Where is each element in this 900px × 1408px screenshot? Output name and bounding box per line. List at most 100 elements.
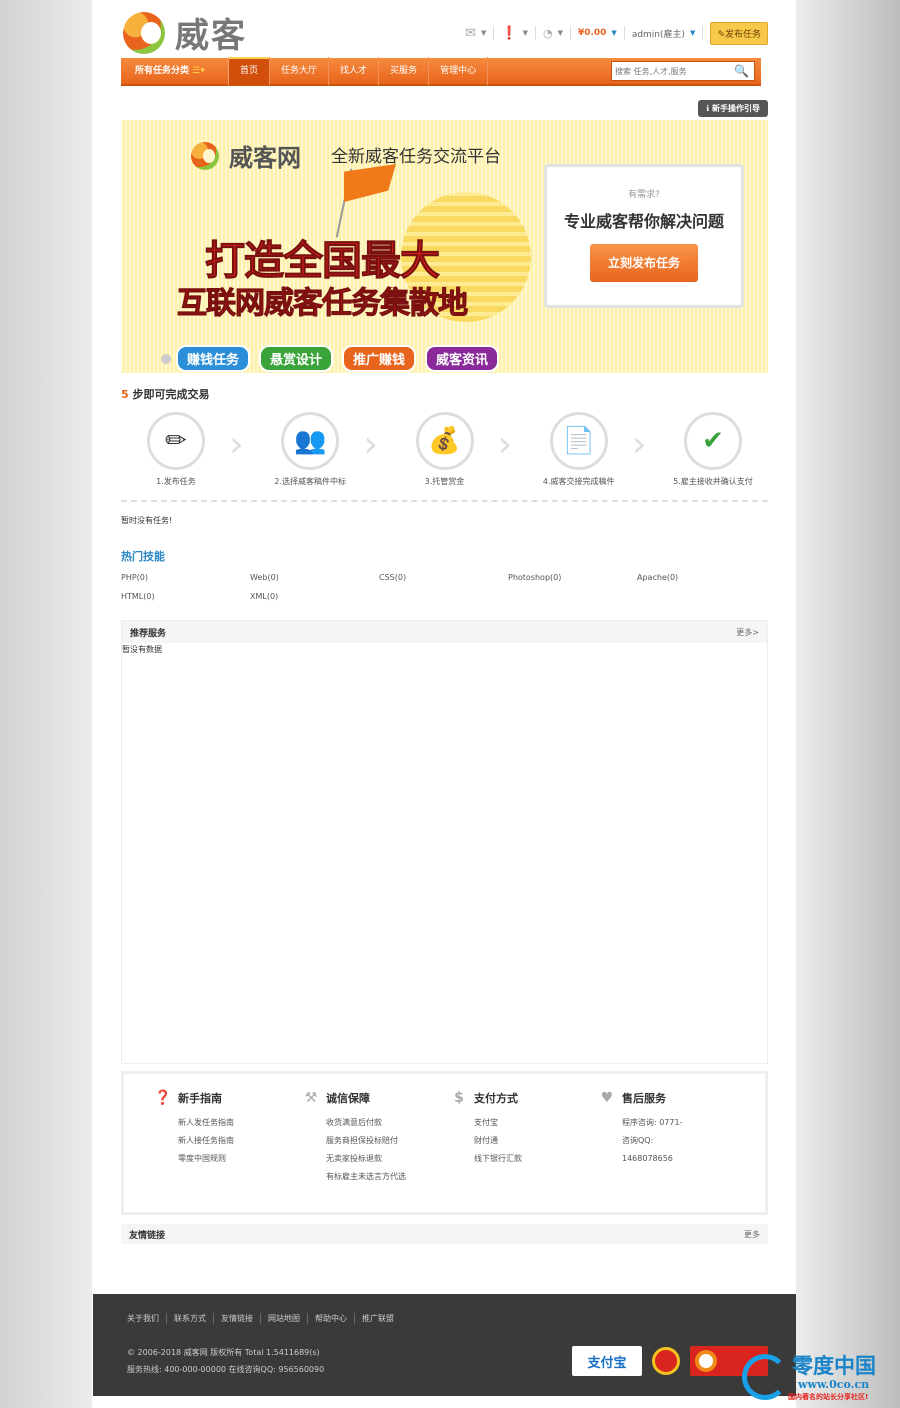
step-item: › ✔ 5.雇主接收并确认支付	[632, 412, 768, 500]
chevron-down-icon: ▼	[690, 29, 696, 37]
skill-link[interactable]: Photoshop(0)	[508, 573, 637, 582]
steps-title: 5 步即可完成交易	[121, 386, 210, 402]
notice-menu[interactable]: ❗ ▼	[494, 25, 536, 41]
watermark-title: 零度中国	[792, 1354, 876, 1378]
recommended-more-link[interactable]: 更多>	[736, 627, 759, 638]
user-menu[interactable]: admin(雇主) ▼	[625, 26, 704, 40]
chevron-right-icon: ›	[229, 424, 244, 465]
search-icon[interactable]: 🔍	[734, 64, 749, 78]
friend-links-more[interactable]: 更多	[744, 1229, 760, 1240]
column-link[interactable]: 零度中国规则	[154, 1150, 302, 1168]
police-badge-icon[interactable]	[652, 1347, 680, 1375]
watermark-url: www.0co.cn	[798, 1378, 870, 1391]
nav-item-home[interactable]: 首页	[229, 57, 271, 85]
after-sales-column: ♥ 售后服务 程序咨询: 0771- 咨询QQ: 1468078656	[598, 1090, 746, 1212]
banner-tab-promote[interactable]: 推广赚钱	[342, 345, 417, 372]
slider-dot[interactable]	[161, 353, 171, 364]
skill-link[interactable]: CSS(0)	[379, 573, 508, 582]
skill-link[interactable]: XML(0)	[250, 592, 379, 601]
column-heading: ⚒ 诚信保障	[302, 1090, 450, 1106]
certification-icon	[695, 1350, 717, 1372]
document-icon: 📄	[549, 412, 608, 470]
column-link[interactable]: 支付宝	[450, 1114, 598, 1132]
footer-link[interactable]: 推广联盟	[355, 1313, 401, 1324]
site-logo[interactable]: 威客	[123, 8, 247, 57]
banner-tab-news[interactable]: 威客资讯	[425, 345, 500, 372]
column-link[interactable]: 有标雇主未选言方代选	[302, 1168, 450, 1186]
post-task-label: 发布任务	[724, 29, 761, 40]
beginner-guide-button[interactable]: ℹ 新手操作引导	[698, 100, 768, 117]
service-info-panel: ❓ 新手指南 新人发任务指南 新人接任务指南 零度中国规则 ⚒ 诚信保障 收货满意后…	[121, 1071, 768, 1215]
post-task-button[interactable]: ✎发布任务	[710, 21, 768, 45]
column-link[interactable]: 新人接任务指南	[154, 1132, 302, 1150]
skill-link[interactable]: Apache(0)	[637, 573, 766, 582]
footer-links: 关于我们 联系方式 友情链接 网站地图 帮助中心 推广联盟	[127, 1313, 401, 1324]
balance-menu[interactable]: ¥0.00 ▼	[571, 26, 625, 40]
column-link[interactable]: 新人发任务指南	[154, 1114, 302, 1132]
banner-headline-2: 互联网威客任务集散地	[177, 286, 469, 322]
column-link[interactable]: 无卖家投标退款	[302, 1150, 450, 1168]
hot-skills-list: PHP(0) Web(0) CSS(0) Photoshop(0) Apache…	[121, 573, 768, 601]
step-label: 1.发布任务	[156, 477, 196, 486]
feed-menu[interactable]: ◔ ▼	[536, 26, 571, 40]
skill-link[interactable]: HTML(0)	[121, 592, 250, 601]
need-title: 专业威客帮你解决问题	[563, 212, 724, 231]
nav-item-task-hall[interactable]: 任务大厅	[270, 57, 330, 85]
column-link[interactable]: 服务商担保投标赔付	[302, 1132, 450, 1150]
chevron-right-icon: ›	[497, 424, 513, 465]
pencil-icon: ✎	[717, 29, 725, 40]
chevron-down-icon: ▼	[557, 29, 563, 37]
hotline-text: 服务热线: 400-000-00000 在线咨询QQ: 956560090	[127, 1365, 325, 1374]
people-icon: 👥	[281, 412, 340, 470]
column-heading: $ 支付方式	[450, 1090, 598, 1106]
user-toolbar: ✉ ▼ ❗ ▼ ◔ ▼ ¥0.00 ▼ admin(雇主) ▼ ✎发布任务	[458, 20, 768, 46]
friend-links-title: 友情链接	[129, 1230, 166, 1241]
footer-link[interactable]: 关于我们	[127, 1313, 167, 1324]
footer: 关于我们 联系方式 友情链接 网站地图 帮助中心 推广联盟 © 2006-201…	[93, 1294, 796, 1396]
footer-link[interactable]: 帮助中心	[308, 1313, 355, 1324]
nav-item-admin[interactable]: 管理中心	[429, 57, 489, 85]
footer-copyright: © 2006-2018 威客网 版权所有 Total 1.5411689(s) …	[127, 1344, 324, 1378]
hot-skills-title: 热门技能	[121, 550, 165, 563]
alert-icon: ❗	[501, 25, 518, 41]
heart-icon: ♥	[600, 1090, 614, 1106]
footer-link[interactable]: 网站地图	[261, 1313, 308, 1324]
banner-tab-earn[interactable]: 赚钱任务	[176, 345, 251, 372]
column-link[interactable]: 财付通	[450, 1132, 598, 1150]
message-menu[interactable]: ✉ ▼	[458, 25, 495, 41]
column-title: 售后服务	[622, 1092, 666, 1105]
step-item: › 💰 3.托管赏金	[364, 412, 500, 500]
post-now-button[interactable]: 立刻发布任务	[590, 244, 698, 282]
footer-link[interactable]: 联系方式	[167, 1313, 214, 1324]
mail-icon: ✉	[465, 25, 476, 41]
recommended-services-panel: 推荐服务 更多> 暂没有数据	[121, 620, 768, 1064]
alipay-badge[interactable]: 支付宝	[572, 1346, 642, 1376]
watermark-logo-icon	[742, 1354, 788, 1400]
skill-link[interactable]: PHP(0)	[121, 573, 250, 582]
money-bag-icon: 💰	[415, 412, 474, 470]
steps-title-text: 步即可完成交易	[132, 388, 210, 401]
search-input[interactable]	[612, 66, 734, 76]
step-label: 5.雇主接收并确认支付	[673, 477, 753, 486]
chevron-right-icon: ›	[363, 424, 378, 465]
category-menu[interactable]: 所有任务分类 ☰▾	[121, 57, 229, 85]
recommended-empty-message: 暂没有数据	[122, 645, 162, 654]
step-label: 3.托管赏金	[424, 477, 465, 486]
need-question: 有需求?	[628, 190, 660, 200]
category-label: 所有任务分类	[135, 66, 190, 76]
column-title: 诚信保障	[326, 1092, 370, 1105]
info-icon: ℹ	[706, 104, 710, 113]
nav-item-find-talent[interactable]: 找人才	[329, 57, 380, 85]
skill-link[interactable]: Web(0)	[250, 573, 379, 582]
hero-banner[interactable]: 威客网 全新威客任务交流平台 打造全国最大 互联网威客任务集散地 有需求? 专业…	[121, 120, 768, 373]
guarantee-column: ⚒ 诚信保障 收货满意后付款 服务商担保投标赔付 无卖家投标退款 有标雇主未选言方…	[302, 1090, 450, 1212]
guide-label: 新手操作引导	[712, 104, 760, 113]
column-link[interactable]: 收货满意后付款	[302, 1114, 450, 1132]
column-link[interactable]: 线下银行汇款	[450, 1150, 598, 1168]
gavel-icon: ⚒	[304, 1090, 318, 1106]
banner-tab-reward-design[interactable]: 悬赏设计	[259, 345, 334, 372]
recommended-header: 推荐服务 更多>	[122, 621, 767, 643]
footer-link[interactable]: 友情链接	[214, 1313, 261, 1324]
chevron-down-icon: ▼	[480, 29, 487, 37]
nav-item-buy-service[interactable]: 买服务	[379, 57, 430, 85]
